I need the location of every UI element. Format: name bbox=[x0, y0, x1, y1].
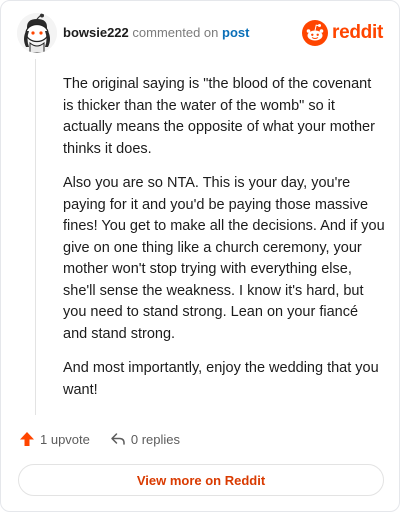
comment-body: The original saying is "the blood of the… bbox=[63, 74, 385, 414]
comment-embed-card: bowsie222 commented on post reddit The o… bbox=[0, 0, 400, 512]
comment-paragraph: Also you are so NTA. This is your day, y… bbox=[63, 175, 385, 342]
reply-count: 0 replies bbox=[130, 431, 181, 447]
upvote-count: 1 upvote bbox=[40, 431, 90, 447]
reply-arrow-icon bbox=[111, 433, 125, 445]
action-text: commented on bbox=[132, 25, 219, 40]
thread-line[interactable] bbox=[35, 59, 36, 415]
comment-paragraph: And most importantly, enjoy the wedding … bbox=[63, 360, 379, 398]
reddit-logo-icon bbox=[302, 20, 329, 46]
user-avatar[interactable] bbox=[17, 13, 57, 53]
comment-actions: 1 upvote 0 replies bbox=[19, 429, 180, 449]
post-link[interactable]: post bbox=[222, 25, 249, 40]
snoo-avatar-icon bbox=[17, 13, 57, 53]
reddit-brand[interactable]: reddit bbox=[302, 19, 383, 47]
reply-button[interactable]: 0 replies bbox=[110, 431, 180, 447]
comment-header: bowsie222 commented on post reddit bbox=[17, 13, 383, 53]
view-more-button[interactable]: View more on Reddit bbox=[18, 464, 384, 496]
upvote-button[interactable]: 1 upvote bbox=[19, 431, 90, 447]
upvote-arrow-icon bbox=[20, 432, 34, 446]
comment-meta: bowsie222 commented on post bbox=[63, 25, 249, 41]
reddit-wordmark: reddit bbox=[332, 22, 383, 43]
comment-paragraph: The original saying is "the blood of the… bbox=[63, 76, 375, 157]
username-link[interactable]: bowsie222 bbox=[63, 25, 129, 40]
